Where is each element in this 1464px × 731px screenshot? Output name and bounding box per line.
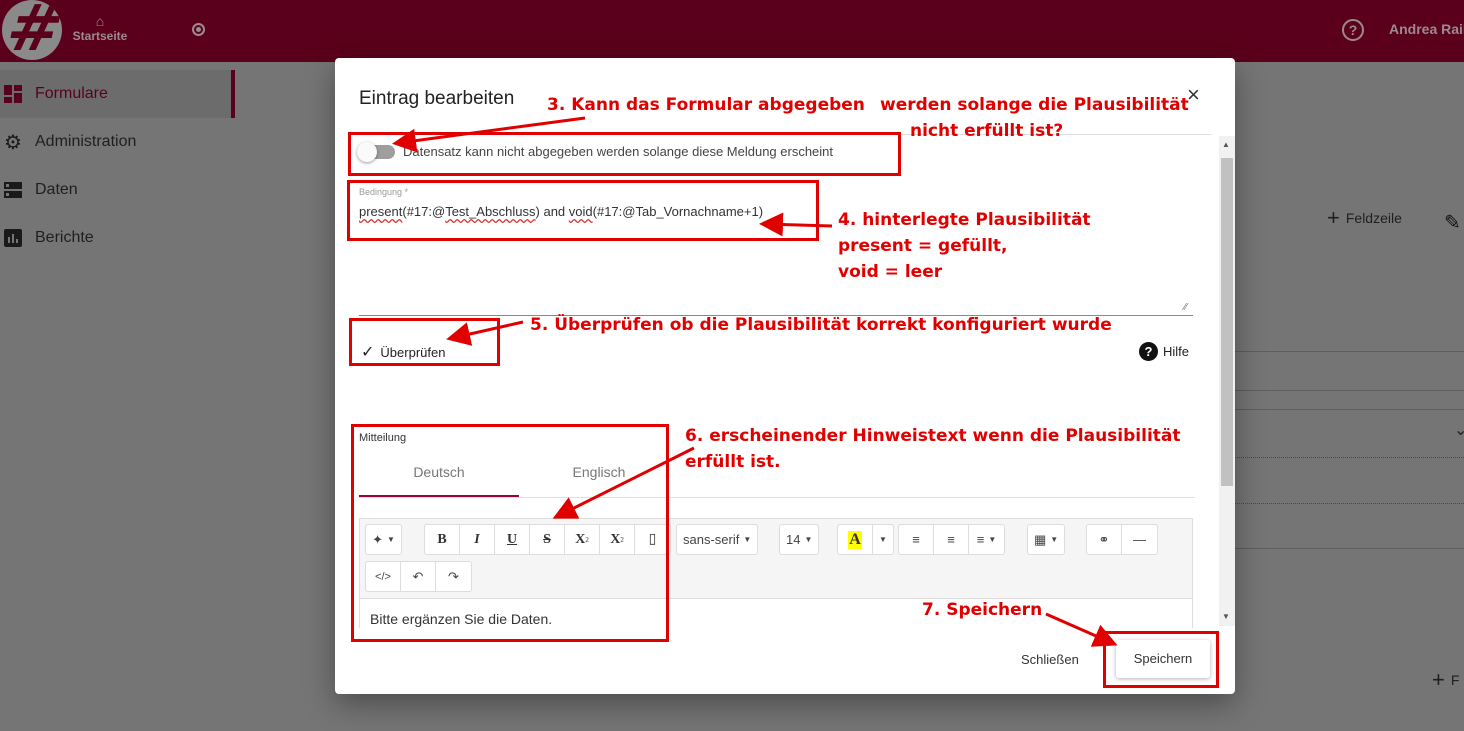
font-family-label: sans-serif: [683, 532, 740, 547]
scrollbar-thumb[interactable]: [1221, 158, 1233, 486]
home-link[interactable]: ⌂ Startseite: [70, 14, 130, 43]
dialog-scrollbar[interactable]: ▲ ▼: [1219, 136, 1235, 626]
logo-glyph: #: [2, 0, 62, 60]
annotation-box-toggle: [348, 132, 901, 176]
help-button[interactable]: ? Hilfe: [1139, 342, 1189, 361]
numbered-list-icon[interactable]: ≡: [934, 525, 969, 554]
annotation-box-check: [349, 318, 500, 366]
close-button[interactable]: Schließen: [1021, 652, 1079, 667]
scroll-up-arrow-icon[interactable]: ▲: [1222, 140, 1230, 149]
annotation-5: 5. Überprüfen ob die Plausibilität korre…: [530, 315, 1112, 335]
annotation-4b: present = gefüllt,: [838, 236, 1008, 256]
annotation-4: 4. hinterlegte Plausibilität: [838, 210, 1091, 230]
home-icon: ⌂: [95, 13, 105, 29]
divider: [1235, 409, 1464, 410]
close-icon[interactable]: ×: [1187, 82, 1200, 108]
sidebar-item-berichte[interactable]: Berichte: [0, 214, 235, 262]
add-field-row-label: Feldzeile: [1345, 210, 1402, 226]
help-circle-icon: ?: [1139, 342, 1158, 361]
sidebar-item-label: Administration: [35, 133, 137, 150]
sidebar-item-daten[interactable]: Daten: [0, 166, 235, 214]
annotation-7: 7. Speichern: [922, 600, 1043, 620]
scroll-down-arrow-icon[interactable]: ▼: [1222, 612, 1230, 621]
align-icon[interactable]: ≡ ▼: [969, 525, 1004, 554]
plus-icon: +: [1327, 205, 1340, 230]
sidebar-item-label: Formulare: [35, 85, 108, 102]
add-field-row-button[interactable]: + Feldzeile: [1327, 205, 1402, 230]
divider: [1235, 351, 1464, 352]
divider: [1235, 457, 1464, 458]
target-icon[interactable]: [192, 23, 205, 36]
annotation-3: 3. Kann das Formular abgegeben: [547, 95, 865, 115]
insert-group: ⚭ —: [1086, 524, 1158, 555]
annotation-6: 6. erscheinender Hinweistext wenn die Pl…: [685, 426, 1181, 446]
color-dropdown-caret[interactable]: ▼: [873, 525, 893, 554]
pencil-icon[interactable]: ✎: [1444, 210, 1461, 235]
resize-handle-icon[interactable]: ∕∕: [1184, 302, 1187, 313]
link-icon[interactable]: ⚭: [1087, 525, 1122, 554]
annotation-3b: werden solange die Plausibilität: [880, 95, 1189, 115]
table-group: ▦ ▼: [1027, 524, 1066, 555]
sidebar-item-label: Berichte: [35, 229, 94, 246]
divider: [1235, 390, 1464, 391]
annotation-4c: void = leer: [838, 262, 943, 282]
annotation-6b: erfüllt ist.: [685, 452, 781, 472]
add-button-label: F: [1450, 672, 1460, 688]
font-family-dropdown[interactable]: sans-serif ▼: [676, 524, 759, 555]
user-name[interactable]: Andrea Raile: [1389, 21, 1464, 37]
app-logo[interactable]: #: [2, 0, 62, 60]
highlight-color-icon[interactable]: A: [838, 525, 873, 554]
list-group: ≡ ≡ ≡ ▼: [898, 524, 1005, 555]
sidebar-item-administration[interactable]: ⚙ Administration: [0, 118, 235, 166]
sidebar-item-label: Daten: [35, 181, 78, 198]
table-icon[interactable]: ▦ ▼: [1028, 525, 1064, 554]
annotation-box-save: [1103, 631, 1219, 688]
bar-chart-icon: [3, 228, 23, 248]
font-size-value: 14 ▼: [786, 532, 813, 547]
bullet-list-icon[interactable]: ≡: [899, 525, 934, 554]
color-group: A ▼: [837, 524, 894, 555]
help-button-label: Hilfe: [1163, 344, 1190, 359]
help-icon[interactable]: ?: [1342, 19, 1364, 41]
font-size-label: 14: [786, 532, 801, 547]
font-family-value: sans-serif ▼: [683, 532, 752, 547]
gear-icon: ⚙: [4, 131, 22, 154]
dialog-title: Eintrag bearbeiten: [359, 88, 515, 109]
home-label: Startseite: [72, 29, 128, 43]
sidebar: Formulare ⚙ Administration Daten Bericht…: [0, 62, 235, 731]
annotation-box-message: [351, 424, 669, 642]
annotation-3c: nicht erfüllt ist?: [910, 121, 1064, 141]
plus-icon: +: [1432, 667, 1445, 692]
storage-icon: [3, 180, 23, 200]
divider: [1235, 548, 1464, 549]
chevron-down-icon[interactable]: ⌄: [1454, 420, 1464, 440]
add-button-bottom[interactable]: + F: [1432, 667, 1460, 692]
annotation-box-condition: [347, 180, 819, 241]
sidebar-item-formulare[interactable]: Formulare: [0, 70, 235, 118]
font-size-dropdown[interactable]: 14 ▼: [779, 524, 820, 555]
dashboard-icon: [3, 84, 23, 104]
horizontal-rule-icon[interactable]: —: [1122, 525, 1157, 554]
top-navigation-bar: # ⌂ Startseite ? Andrea Raile: [0, 0, 1464, 62]
divider: [1235, 503, 1464, 504]
